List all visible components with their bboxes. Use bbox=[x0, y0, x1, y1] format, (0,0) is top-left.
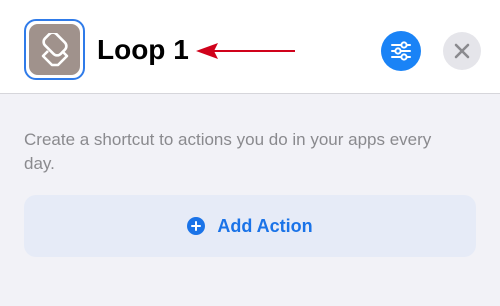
shortcut-description: Create a shortcut to actions you do in y… bbox=[24, 130, 432, 173]
close-button[interactable] bbox=[443, 32, 481, 70]
shortcut-title[interactable]: Loop 1 bbox=[97, 32, 189, 68]
plus-circle-icon bbox=[187, 217, 206, 235]
close-icon bbox=[454, 43, 470, 59]
shortcuts-layers-icon bbox=[29, 24, 80, 75]
sliders-icon bbox=[391, 41, 411, 61]
shortcut-icon-button[interactable] bbox=[24, 19, 85, 80]
shortcut-editor: Loop 1 Create a shortcut to actions you … bbox=[0, 0, 500, 306]
header: Loop 1 bbox=[0, 0, 500, 94]
add-action-button[interactable]: Add Action bbox=[24, 195, 476, 257]
annotation-arrow bbox=[196, 43, 295, 59]
settings-button[interactable] bbox=[381, 31, 421, 71]
add-action-label: Add Action bbox=[217, 215, 313, 236]
